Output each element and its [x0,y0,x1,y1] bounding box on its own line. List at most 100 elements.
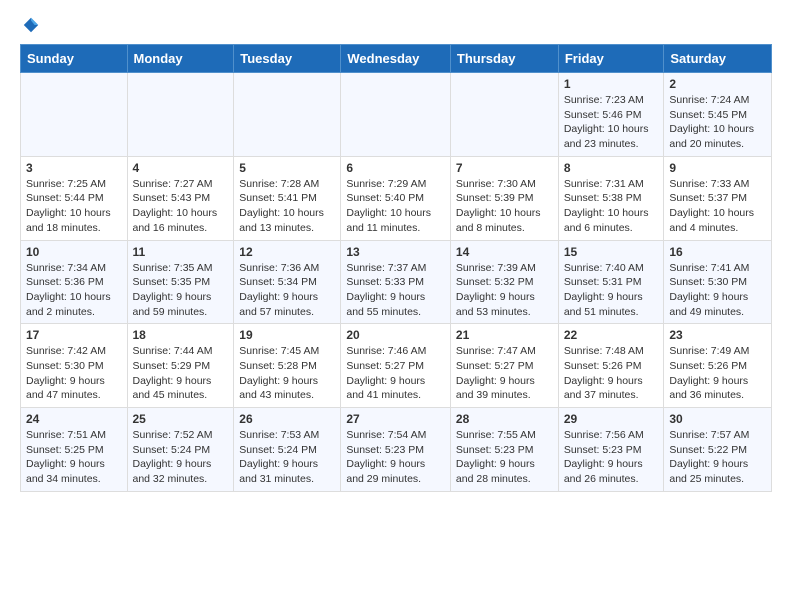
day-number: 8 [564,161,659,175]
day-number: 4 [133,161,229,175]
day-info: Sunrise: 7:52 AM Sunset: 5:24 PM Dayligh… [133,428,229,487]
day-number: 22 [564,328,659,342]
logo-icon [22,16,40,34]
calendar-cell: 4 Sunrise: 7:27 AM Sunset: 5:43 PM Daylig… [127,156,234,240]
calendar-cell: 23 Sunrise: 7:49 AM Sunset: 5:26 PM Dayli… [664,324,772,408]
day-info: Sunrise: 7:41 AM Sunset: 5:30 PM Dayligh… [669,261,766,320]
day-number: 14 [456,245,553,259]
day-info: Sunrise: 7:48 AM Sunset: 5:26 PM Dayligh… [564,344,659,403]
calendar-cell: 6Sunrise: 7:29 AM Sunset: 5:40 PM Daylig… [341,156,451,240]
calendar-cell: 2 Sunrise: 7:24 AM Sunset: 5:45 PM Daylig… [664,73,772,157]
weekday-header: Thursday [450,45,558,73]
calendar-header-row: SundayMondayTuesdayWednesdayThursdayFrid… [21,45,772,73]
calendar-cell: 21 Sunrise: 7:47 AM Sunset: 5:27 PM Dayli… [450,324,558,408]
day-number: 26 [239,412,335,426]
calendar-cell [234,73,341,157]
day-info: Sunrise: 7:25 AM Sunset: 5:44 PM Dayligh… [26,177,122,236]
day-info: Sunrise: 7:45 AM Sunset: 5:28 PM Dayligh… [239,344,335,403]
day-info: Sunrise: 7:24 AM Sunset: 5:45 PM Dayligh… [669,93,766,152]
calendar-cell: 27 Sunrise: 7:54 AM Sunset: 5:23 PM Dayli… [341,408,451,492]
day-number: 21 [456,328,553,342]
calendar-week-row: 17Sunrise: 7:42 AM Sunset: 5:30 PM Dayli… [21,324,772,408]
day-number: 18 [133,328,229,342]
day-number: 13 [346,245,445,259]
day-info: Sunrise: 7:54 AM Sunset: 5:23 PM Dayligh… [346,428,445,487]
day-info: Sunrise: 7:28 AM Sunset: 5:41 PM Dayligh… [239,177,335,236]
calendar-cell: 20 Sunrise: 7:46 AM Sunset: 5:27 PM Dayli… [341,324,451,408]
day-info: Sunrise: 7:42 AM Sunset: 5:30 PM Dayligh… [26,344,122,403]
day-number: 7 [456,161,553,175]
calendar-cell: 30Sunrise: 7:57 AM Sunset: 5:22 PM Dayli… [664,408,772,492]
calendar-cell: 29 Sunrise: 7:56 AM Sunset: 5:23 PM Dayli… [558,408,664,492]
calendar-cell: 28 Sunrise: 7:55 AM Sunset: 5:23 PM Dayli… [450,408,558,492]
calendar-week-row: 1 Sunrise: 7:23 AM Sunset: 5:46 PM Daylig… [21,73,772,157]
day-number: 15 [564,245,659,259]
calendar-cell: 26 Sunrise: 7:53 AM Sunset: 5:24 PM Dayli… [234,408,341,492]
weekday-header: Saturday [664,45,772,73]
calendar: SundayMondayTuesdayWednesdayThursdayFrid… [20,44,772,492]
page: SundayMondayTuesdayWednesdayThursdayFrid… [0,0,792,508]
day-number: 30 [669,412,766,426]
calendar-cell: 11Sunrise: 7:35 AM Sunset: 5:35 PM Dayli… [127,240,234,324]
day-info: Sunrise: 7:39 AM Sunset: 5:32 PM Dayligh… [456,261,553,320]
calendar-cell: 9 Sunrise: 7:33 AM Sunset: 5:37 PM Daylig… [664,156,772,240]
day-number: 5 [239,161,335,175]
calendar-cell [450,73,558,157]
day-info: Sunrise: 7:49 AM Sunset: 5:26 PM Dayligh… [669,344,766,403]
day-info: Sunrise: 7:30 AM Sunset: 5:39 PM Dayligh… [456,177,553,236]
day-number: 23 [669,328,766,342]
calendar-cell: 25 Sunrise: 7:52 AM Sunset: 5:24 PM Dayli… [127,408,234,492]
day-info: Sunrise: 7:36 AM Sunset: 5:34 PM Dayligh… [239,261,335,320]
weekday-header: Sunday [21,45,128,73]
day-info: Sunrise: 7:53 AM Sunset: 5:24 PM Dayligh… [239,428,335,487]
day-number: 24 [26,412,122,426]
day-info: Sunrise: 7:46 AM Sunset: 5:27 PM Dayligh… [346,344,445,403]
day-number: 20 [346,328,445,342]
day-info: Sunrise: 7:51 AM Sunset: 5:25 PM Dayligh… [26,428,122,487]
calendar-week-row: 10Sunrise: 7:34 AM Sunset: 5:36 PM Dayli… [21,240,772,324]
calendar-cell: 12Sunrise: 7:36 AM Sunset: 5:34 PM Dayli… [234,240,341,324]
calendar-cell [341,73,451,157]
day-info: Sunrise: 7:27 AM Sunset: 5:43 PM Dayligh… [133,177,229,236]
logo-area [20,16,40,34]
day-info: Sunrise: 7:44 AM Sunset: 5:29 PM Dayligh… [133,344,229,403]
calendar-cell: 24 Sunrise: 7:51 AM Sunset: 5:25 PM Dayli… [21,408,128,492]
day-info: Sunrise: 7:33 AM Sunset: 5:37 PM Dayligh… [669,177,766,236]
day-info: Sunrise: 7:47 AM Sunset: 5:27 PM Dayligh… [456,344,553,403]
calendar-cell: 13Sunrise: 7:37 AM Sunset: 5:33 PM Dayli… [341,240,451,324]
day-number: 27 [346,412,445,426]
calendar-cell: 18 Sunrise: 7:44 AM Sunset: 5:29 PM Dayli… [127,324,234,408]
calendar-cell: 15 Sunrise: 7:40 AM Sunset: 5:31 PM Dayli… [558,240,664,324]
calendar-cell: 16Sunrise: 7:41 AM Sunset: 5:30 PM Dayli… [664,240,772,324]
logo [20,16,40,34]
day-info: Sunrise: 7:23 AM Sunset: 5:46 PM Dayligh… [564,93,659,152]
weekday-header: Monday [127,45,234,73]
weekday-header: Wednesday [341,45,451,73]
day-number: 29 [564,412,659,426]
day-number: 1 [564,77,659,91]
calendar-cell [21,73,128,157]
calendar-week-row: 24 Sunrise: 7:51 AM Sunset: 5:25 PM Dayli… [21,408,772,492]
day-number: 28 [456,412,553,426]
weekday-header: Friday [558,45,664,73]
day-number: 3 [26,161,122,175]
calendar-cell: 1 Sunrise: 7:23 AM Sunset: 5:46 PM Daylig… [558,73,664,157]
calendar-cell: 8Sunrise: 7:31 AM Sunset: 5:38 PM Daylig… [558,156,664,240]
calendar-cell: 14 Sunrise: 7:39 AM Sunset: 5:32 PM Dayli… [450,240,558,324]
day-number: 2 [669,77,766,91]
calendar-cell: 22 Sunrise: 7:48 AM Sunset: 5:26 PM Dayli… [558,324,664,408]
calendar-week-row: 3 Sunrise: 7:25 AM Sunset: 5:44 PM Daylig… [21,156,772,240]
day-number: 25 [133,412,229,426]
day-number: 9 [669,161,766,175]
day-info: Sunrise: 7:55 AM Sunset: 5:23 PM Dayligh… [456,428,553,487]
calendar-cell: 17Sunrise: 7:42 AM Sunset: 5:30 PM Dayli… [21,324,128,408]
day-info: Sunrise: 7:35 AM Sunset: 5:35 PM Dayligh… [133,261,229,320]
day-info: Sunrise: 7:34 AM Sunset: 5:36 PM Dayligh… [26,261,122,320]
weekday-header: Tuesday [234,45,341,73]
day-info: Sunrise: 7:40 AM Sunset: 5:31 PM Dayligh… [564,261,659,320]
calendar-cell: 7 Sunrise: 7:30 AM Sunset: 5:39 PM Daylig… [450,156,558,240]
day-info: Sunrise: 7:56 AM Sunset: 5:23 PM Dayligh… [564,428,659,487]
calendar-cell: 5 Sunrise: 7:28 AM Sunset: 5:41 PM Daylig… [234,156,341,240]
day-number: 19 [239,328,335,342]
calendar-cell: 19 Sunrise: 7:45 AM Sunset: 5:28 PM Dayli… [234,324,341,408]
